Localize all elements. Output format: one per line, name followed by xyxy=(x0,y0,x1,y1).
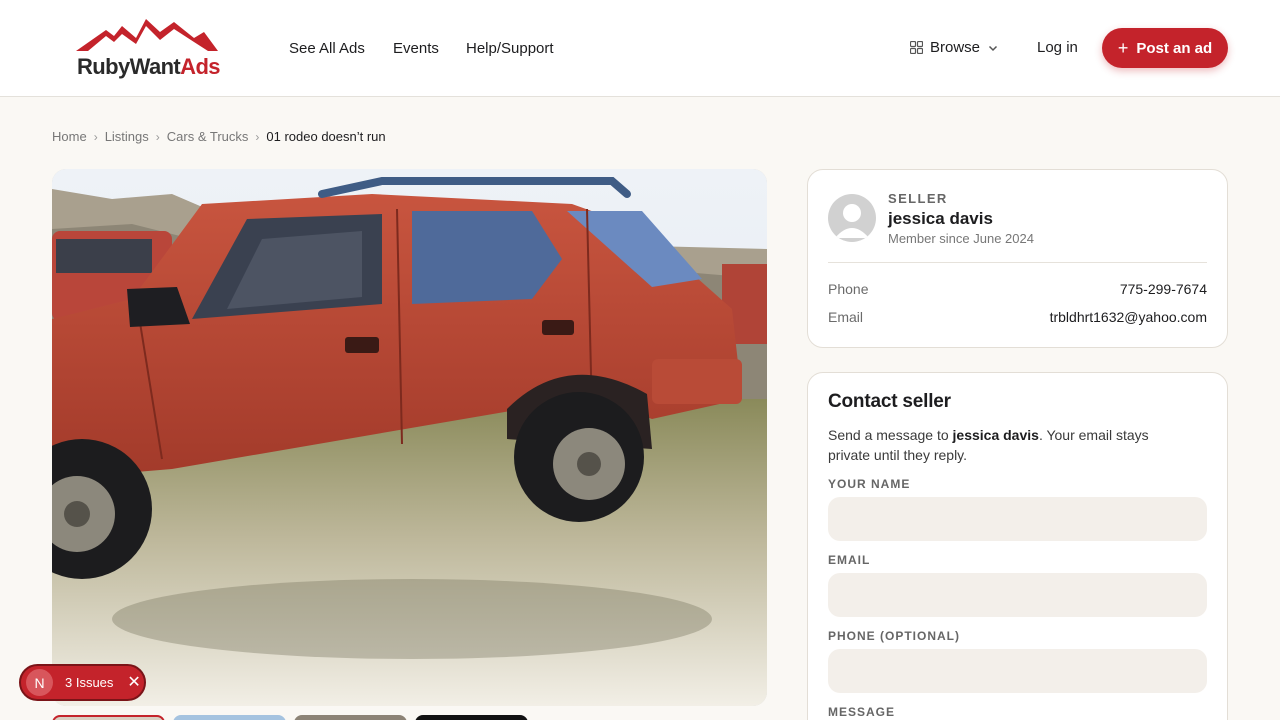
photo-thumbnails xyxy=(52,715,536,720)
email-label: Email xyxy=(828,309,864,325)
thumbnail[interactable] xyxy=(294,715,407,720)
seller-eyebrow: SELLER xyxy=(888,191,948,206)
post-an-ad-button[interactable]: + Post an ad xyxy=(1102,28,1228,68)
thumbnail-selected[interactable] xyxy=(52,715,165,720)
browse-menu-button[interactable]: Browse xyxy=(910,39,998,56)
post-an-ad-label: Post an ad xyxy=(1136,39,1213,57)
contact-description: Send a message to jessica davis. Your em… xyxy=(828,427,1149,463)
divider xyxy=(828,262,1207,263)
nav-help-support[interactable]: Help/Support xyxy=(466,40,554,57)
user-silhouette-icon xyxy=(835,204,869,238)
site-logo[interactable]: RubyWantAds xyxy=(76,18,222,80)
issues-badge[interactable]: N 3 Issues ✕ xyxy=(19,664,146,701)
issues-initial-icon: N xyxy=(26,669,53,696)
browse-label: Browse xyxy=(930,39,981,56)
logo-wordmark: RubyWantAds xyxy=(77,54,221,79)
listing-main-photo[interactable] xyxy=(52,169,767,706)
breadcrumb-cars-trucks[interactable]: Cars & Trucks xyxy=(167,129,249,144)
vehicle-photo-illustration xyxy=(52,169,767,706)
contact-seller-card: Contact seller Send a message to jessica… xyxy=(807,372,1228,720)
site-header: RubyWantAds See All Ads Events Help/Supp… xyxy=(0,0,1280,97)
breadcrumb: Home › Listings › Cars & Trucks › 01 rod… xyxy=(52,129,386,144)
email-field-label: EMAIL xyxy=(828,553,871,567)
your-name-input[interactable] xyxy=(828,497,1207,541)
seller-email[interactable]: trbldhrt1632@yahoo.com xyxy=(1050,309,1207,325)
close-icon[interactable]: ✕ xyxy=(127,674,140,691)
contact-title: Contact seller xyxy=(828,391,951,412)
thumbnail[interactable] xyxy=(415,715,528,720)
issues-label: 3 Issues xyxy=(65,675,114,690)
breadcrumb-separator-icon: › xyxy=(93,129,98,144)
phone-input[interactable] xyxy=(828,649,1207,693)
seller-member-since: Member since June 2024 xyxy=(888,231,1034,246)
thumbnail[interactable] xyxy=(173,715,286,720)
grid-icon xyxy=(910,41,923,54)
seller-name: jessica davis xyxy=(888,209,993,228)
seller-phone[interactable]: 775-299-7674 xyxy=(1120,281,1207,297)
breadcrumb-current: 01 rodeo doesn’t run xyxy=(266,129,386,144)
nav-see-all-ads[interactable]: See All Ads xyxy=(289,40,365,57)
seller-card: SELLER jessica davis Member since June 2… xyxy=(807,169,1228,348)
your-name-label: YOUR NAME xyxy=(828,477,911,491)
email-input[interactable] xyxy=(828,573,1207,617)
breadcrumb-separator-icon: › xyxy=(255,129,260,144)
message-field-label: MESSAGE xyxy=(828,705,896,719)
breadcrumb-listings[interactable]: Listings xyxy=(105,129,149,144)
nav-events[interactable]: Events xyxy=(393,40,439,57)
plus-icon: + xyxy=(1117,38,1129,58)
chevron-down-icon xyxy=(989,45,998,51)
breadcrumb-home[interactable]: Home xyxy=(52,129,87,144)
breadcrumb-separator-icon: › xyxy=(155,129,160,144)
phone-label: Phone xyxy=(828,281,869,297)
seller-avatar xyxy=(828,194,876,242)
phone-field-label: PHONE (OPTIONAL) xyxy=(828,629,960,643)
mountain-logo-icon xyxy=(76,19,218,51)
contact-seller-name: jessica davis xyxy=(952,427,1039,443)
login-link[interactable]: Log in xyxy=(1037,39,1078,56)
